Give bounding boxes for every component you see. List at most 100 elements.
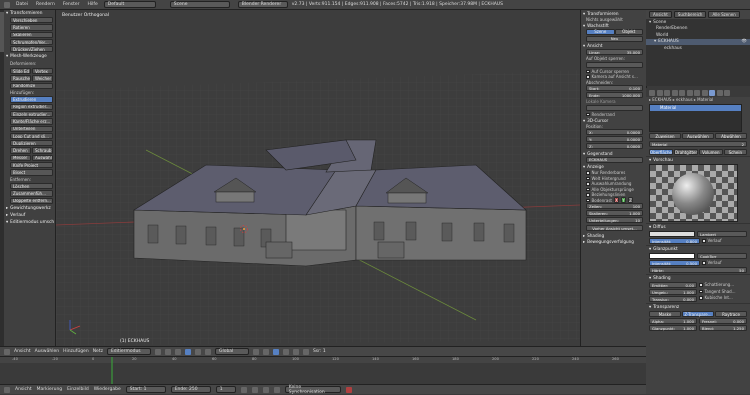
outliner-item-mesh[interactable]: eckhaus [646,45,750,52]
mesh-menu[interactable]: Netz [93,349,103,354]
occlude-icon[interactable] [282,348,289,355]
record-icon[interactable] [345,386,352,393]
vertex-select-icon[interactable] [252,348,259,355]
item-name-field[interactable]: ECKHAUS [586,156,643,163]
data-tab-icon[interactable] [701,89,708,96]
specular-color-swatch[interactable] [649,253,695,259]
mode-select[interactable]: Editiermodus [106,348,151,355]
outliner-display-select[interactable]: Alle Szenen [708,11,740,18]
shading-props-header[interactable]: ▾ Shading [646,274,750,281]
blender-info-icon[interactable] [4,1,10,8]
material-slot-item[interactable]: Material [650,105,741,111]
axis-z-toggle[interactable]: Z [627,197,633,204]
mesh-tools-header[interactable]: ▾ Mesh-Werkzeuge [4,53,55,60]
clip-start-field[interactable]: Start: 0.100 [586,85,643,91]
local-camera-field[interactable] [586,104,643,111]
play-icon[interactable] [262,386,269,393]
grease-object-tab[interactable]: Objekt [614,28,643,35]
volume-tab[interactable]: Volumen [699,149,723,155]
loop-cut-button[interactable]: Loop Cut and sli... [10,132,53,140]
add-menu[interactable]: Hinzufügen [63,349,89,354]
lens-field[interactable]: Linse: 35.000 [586,49,643,55]
frame-menu[interactable]: Einzelbild [67,387,89,392]
render-layers-tab-icon[interactable] [656,89,663,96]
rotate-button[interactable]: Rotieren [10,24,53,31]
cursor-z-field[interactable]: Z: 0.0000 [586,143,643,149]
scale-manipulator-icon[interactable] [204,348,211,355]
toggle-quad-view-button[interactable]: Vorher Ansicht umset... [586,225,643,231]
assign-button[interactable]: Zuweisen [649,133,681,139]
menu-file[interactable]: Datei [14,2,30,7]
face-select-icon[interactable] [272,348,279,355]
remove-doubles-button[interactable]: Doppelte entfern... [10,197,53,205]
shrink-button[interactable]: Schrumpfen/Ver... [10,38,53,46]
specular-ramp-checkbox[interactable]: Verlauf [702,260,747,266]
material-name-field[interactable]: Material 2 [649,141,747,147]
subdivide-button[interactable]: Unterteilen [10,125,53,132]
ambient-field[interactable]: Umgeb.: 1.000 [649,289,697,295]
outliner-view-menu[interactable]: Ansicht [649,11,672,18]
rotate-manipulator-icon[interactable] [194,348,201,355]
history-header[interactable]: ▸ Verlauf [4,212,55,219]
knife-button[interactable]: Messer [10,154,31,162]
world-tab-icon[interactable] [671,89,678,96]
grease-scene-tab[interactable]: Szene [586,28,615,35]
cubic-checkbox[interactable]: Kubische Int... [699,295,747,301]
lines-field[interactable]: Zeilen: 100 [586,203,643,209]
blend-field[interactable]: Blend: 1.250 [699,325,747,331]
timeline[interactable]: -40 -20 0 20 40 60 80 100 120 140 160 180 200 220 240 2… [0,356,646,385]
material-tab-icon[interactable] [709,89,715,96]
scale-button[interactable]: Skalieren [10,31,53,38]
outliner-search-menu[interactable]: Suchbereich [673,11,707,18]
axis-x-toggle[interactable]: X [613,197,619,204]
proportional-edit-icon[interactable] [292,348,299,355]
manipulator-icon[interactable] [174,348,181,355]
deselect-button[interactable]: Abwählen [715,133,747,139]
render-tab-icon[interactable] [649,89,655,96]
select-knife-button[interactable]: Auswähl [32,154,53,162]
vertex-button[interactable]: Vertex [32,67,53,75]
last-operator-header[interactable]: ▾ Editiermodus umsch [4,219,55,226]
sync-select[interactable]: Keine Synchronisation [284,385,341,395]
object-tab-icon[interactable] [679,89,685,96]
playback-menu[interactable]: Wiedergabe [94,387,121,392]
select-button[interactable]: Auswählen [682,133,714,139]
raytrace-tab[interactable]: Raytrace [715,311,747,317]
start-frame-field[interactable]: Start: 1 [125,386,166,393]
subdivisions-field[interactable]: Unterteilungen: 10 [586,217,643,223]
merge-button[interactable]: Zusammenfüh... [10,190,53,197]
play-reverse-icon[interactable] [251,386,258,393]
orientation-select[interactable]: Global [214,348,249,355]
duplicate-button[interactable]: Duplizieren [10,140,53,147]
axis-y-toggle[interactable]: Y [620,197,626,204]
specular-header[interactable]: ▾ Glanzpunkt [646,245,750,252]
material-slot-list[interactable]: Material [649,104,742,132]
extrude-region-button[interactable]: Region extrudier... [10,103,53,110]
current-frame-field[interactable]: 1 [215,386,236,393]
push-pull-button[interactable]: Drücken/Ziehen [10,46,53,53]
constraints-tab-icon[interactable] [686,89,693,96]
alpha-field[interactable]: Alpha: 1.000 [649,318,697,324]
bisect-button[interactable]: Bisect [10,169,53,176]
spin-button[interactable]: Drehen [10,147,31,154]
timeline-editor-icon[interactable] [4,386,10,393]
view-menu[interactable]: Ansicht [14,349,31,354]
texture-tab-icon[interactable] [716,89,723,96]
hardness-field[interactable]: Härte: 50 [649,267,747,273]
layout-select[interactable]: Default [103,1,156,8]
transform-panel-header[interactable]: ▾ Transformieren [4,10,55,17]
select-menu[interactable]: Auswählen [35,349,59,354]
mask-tab[interactable]: Maske [649,311,681,317]
editor-type-icon[interactable] [4,348,10,355]
tangent-shading-checkbox[interactable]: Tangent Shad... [699,289,747,295]
preview-header[interactable]: ▾ Vorschau [646,156,750,163]
translate-manipulator-icon[interactable] [184,348,191,355]
scene-select[interactable]: Scene [169,1,230,8]
shadeless-checkbox[interactable]: Schattierung... [699,282,747,288]
wire-tab[interactable]: Drahtgitter [673,149,699,155]
shading-mode-icon[interactable] [154,348,161,355]
clip-end-field[interactable]: Ende: 1000.000 [586,92,643,98]
move-button[interactable]: Verschieben [10,17,53,24]
3d-viewport[interactable] [56,10,580,346]
diffuse-shader-select[interactable]: Lambert [697,231,747,237]
